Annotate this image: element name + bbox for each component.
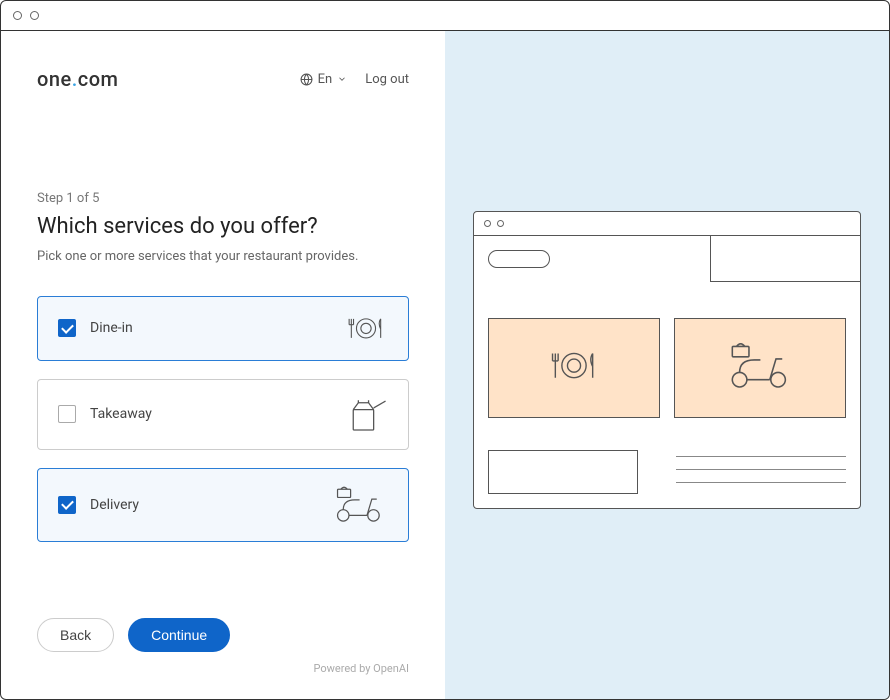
- brand-left: one: [37, 67, 72, 91]
- preview-cards: [488, 318, 846, 418]
- preview-line: [676, 469, 846, 470]
- continue-button[interactable]: Continue: [128, 618, 230, 652]
- step-indicator: Step 1 of 5: [37, 191, 409, 206]
- option-label: Takeaway: [90, 406, 152, 422]
- preview-topbar: [488, 250, 846, 282]
- scooter-icon: [724, 341, 797, 395]
- option-left: Delivery: [58, 496, 139, 514]
- preview-topbox: [710, 236, 860, 282]
- checkbox[interactable]: [58, 496, 76, 514]
- header-row: one.com En Log out: [37, 67, 409, 91]
- preview-card-plate: [488, 318, 660, 418]
- preview-window-dot: [484, 220, 491, 227]
- preview-bottom: [488, 450, 846, 494]
- option-left: Takeaway: [58, 405, 152, 423]
- wizard-footer: Back Continue: [37, 598, 409, 652]
- preview-card-scooter: [674, 318, 846, 418]
- preview-panel: [445, 31, 889, 699]
- preview-lines: [676, 450, 846, 483]
- preview-window: [473, 211, 861, 509]
- globe-icon: [300, 73, 313, 86]
- preview-line: [676, 456, 846, 457]
- option-label: Delivery: [90, 497, 139, 513]
- checkbox[interactable]: [58, 405, 76, 423]
- option-takeaway[interactable]: Takeaway: [37, 379, 409, 450]
- preview-body: [474, 236, 860, 508]
- service-options: Dine-in Takeaway Delivery: [37, 296, 409, 542]
- window-control-dot[interactable]: [13, 11, 22, 20]
- preview-box: [488, 450, 638, 494]
- language-selector[interactable]: En: [300, 72, 348, 87]
- form-panel: one.com En Log out Step 1 of 5 Which ser…: [1, 31, 445, 699]
- preview-window-dot: [497, 220, 504, 227]
- app-window: one.com En Log out Step 1 of 5 Which ser…: [0, 0, 890, 700]
- page-subtext: Pick one or more services that your rest…: [37, 249, 409, 264]
- logout-link[interactable]: Log out: [365, 72, 409, 87]
- checkbox[interactable]: [58, 319, 76, 337]
- page-heading: Which services do you offer?: [37, 214, 409, 239]
- chevron-down-icon: [337, 74, 347, 84]
- window-control-dot[interactable]: [30, 11, 39, 20]
- powered-by: Powered by OpenAI: [37, 662, 409, 675]
- plate-icon: [344, 313, 388, 344]
- bag-icon: [344, 396, 388, 433]
- scooter-icon: [331, 485, 388, 525]
- header-controls: En Log out: [300, 72, 409, 87]
- option-label: Dine-in: [90, 320, 133, 336]
- window-titlebar: [1, 1, 889, 31]
- language-label: En: [318, 72, 333, 87]
- brand-logo: one.com: [37, 67, 118, 91]
- option-left: Dine-in: [58, 319, 133, 337]
- preview-titlebar: [474, 212, 860, 236]
- preview-pill: [488, 250, 550, 268]
- option-dine-in[interactable]: Dine-in: [37, 296, 409, 361]
- content-area: one.com En Log out Step 1 of 5 Which ser…: [1, 31, 889, 699]
- preview-line: [676, 482, 846, 483]
- brand-right: com: [78, 67, 119, 91]
- option-delivery[interactable]: Delivery: [37, 468, 409, 542]
- plate-icon: [546, 346, 602, 389]
- back-button[interactable]: Back: [37, 618, 114, 652]
